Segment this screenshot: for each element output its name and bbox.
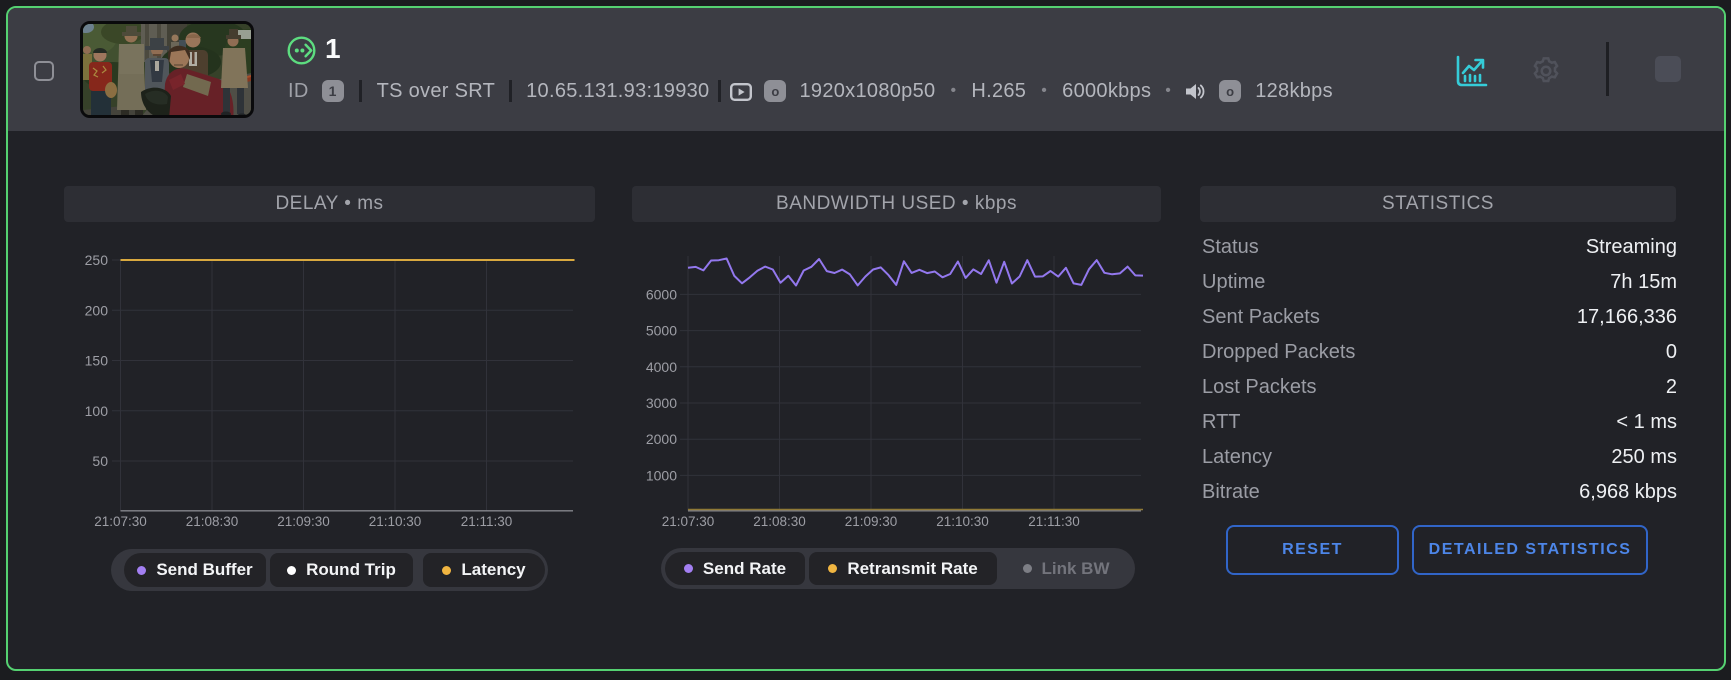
svg-text:21:07:30: 21:07:30 xyxy=(662,514,715,529)
svg-text:21:08:30: 21:08:30 xyxy=(186,514,239,529)
svg-text:21:11:30: 21:11:30 xyxy=(461,514,513,529)
svg-text:21:10:30: 21:10:30 xyxy=(369,514,422,529)
svg-text:50: 50 xyxy=(92,453,108,469)
svg-text:6000: 6000 xyxy=(646,286,677,302)
svg-text:200: 200 xyxy=(85,302,109,318)
svg-text:1000: 1000 xyxy=(646,467,677,483)
svg-text:250: 250 xyxy=(85,252,109,268)
svg-text:21:09:30: 21:09:30 xyxy=(845,514,898,529)
svg-text:3000: 3000 xyxy=(646,395,677,411)
svg-text:2000: 2000 xyxy=(646,431,677,447)
svg-text:21:07:30: 21:07:30 xyxy=(94,514,147,529)
svg-text:5000: 5000 xyxy=(646,323,677,339)
svg-text:21:09:30: 21:09:30 xyxy=(277,514,330,529)
svg-text:21:11:30: 21:11:30 xyxy=(1028,514,1080,529)
svg-text:150: 150 xyxy=(85,353,109,369)
svg-text:100: 100 xyxy=(85,403,109,419)
svg-text:4000: 4000 xyxy=(646,359,677,375)
svg-text:21:08:30: 21:08:30 xyxy=(753,514,806,529)
svg-text:21:10:30: 21:10:30 xyxy=(936,514,989,529)
